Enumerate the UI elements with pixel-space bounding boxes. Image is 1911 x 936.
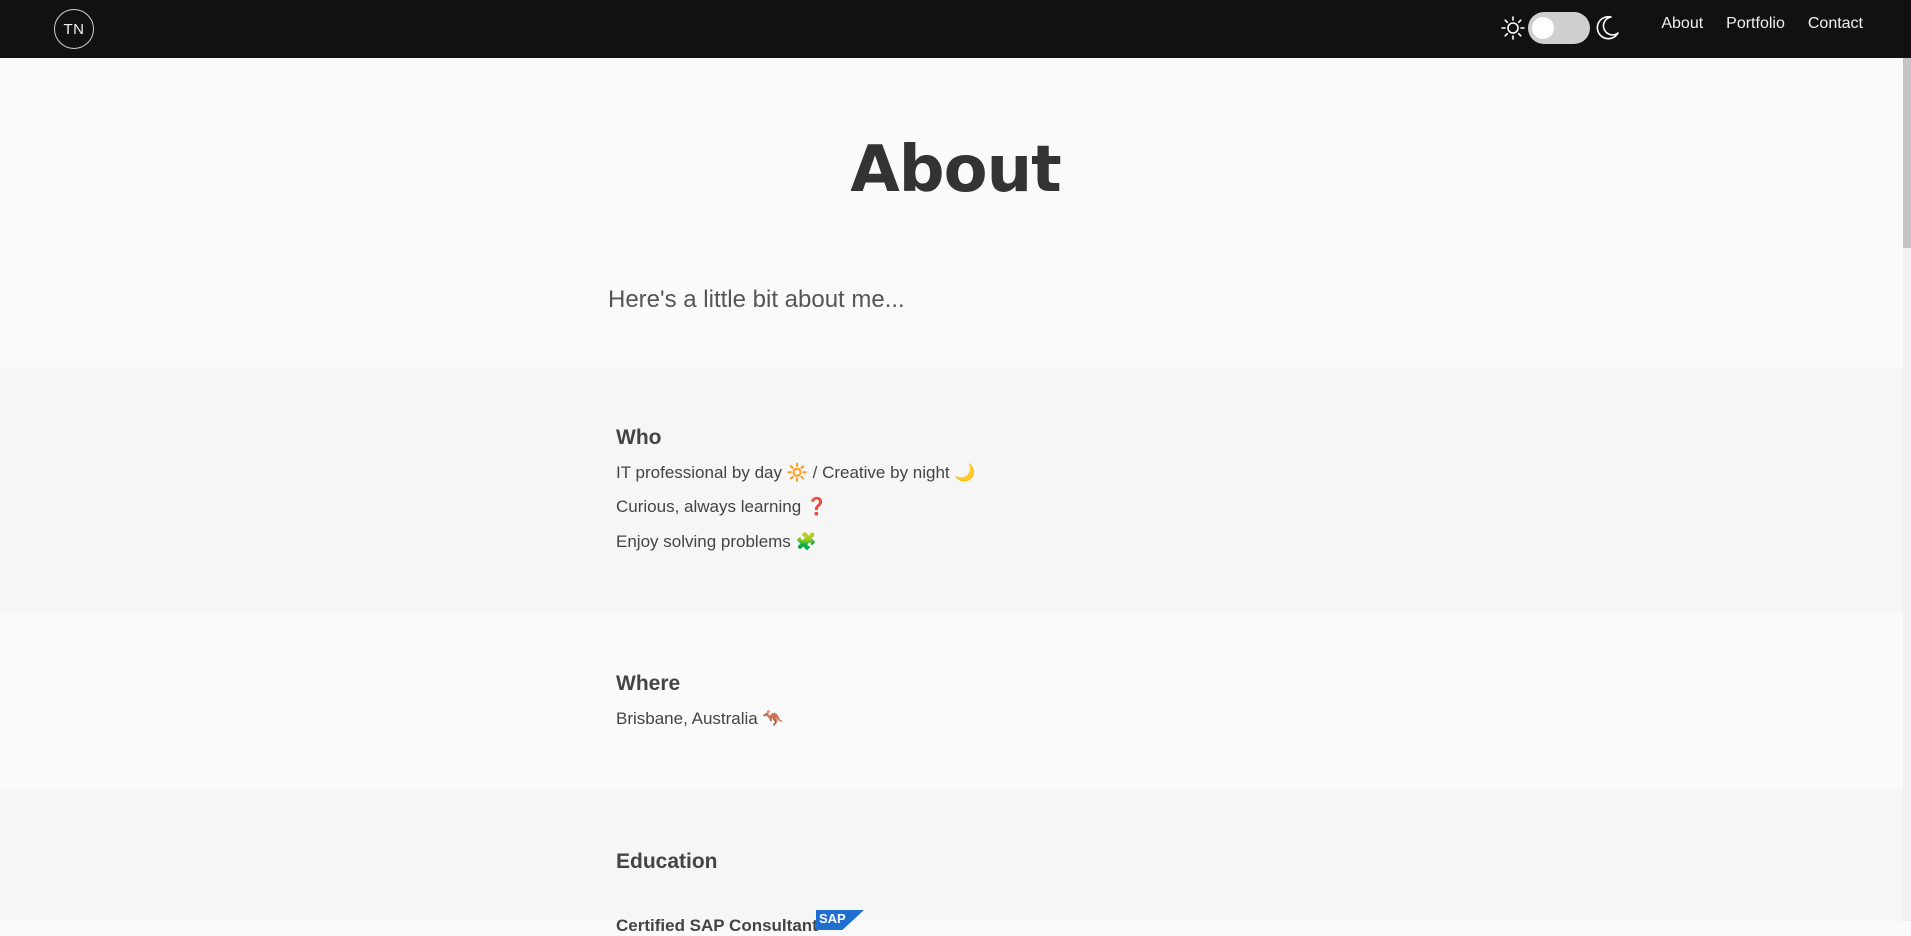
page-subtitle: Here's a little bit about me... — [608, 286, 905, 313]
sap-logo-icon: SAP — [816, 910, 864, 930]
page-scrollbar[interactable] — [1903, 58, 1911, 921]
moon-emoji-icon: 🌙 — [954, 463, 976, 483]
theme-toggle[interactable] — [1500, 11, 1621, 45]
section-who: Who IT professional by day 🔆 / Creative … — [0, 367, 1903, 613]
who-line-1-text2: / Creative by night — [812, 463, 950, 482]
sun-icon — [1501, 16, 1525, 40]
where-heading: Where — [616, 672, 681, 695]
who-line-3-text: Enjoy solving problems — [616, 532, 791, 551]
who-line-2: Curious, always learning ❓ — [616, 497, 827, 517]
scrollbar-thumb[interactable] — [1903, 58, 1911, 248]
page-header: About Here's a little bit about me... — [0, 58, 1903, 367]
who-line-1-text: IT professional by day — [616, 463, 782, 482]
sun-emoji-icon: 🔆 — [786, 463, 808, 483]
who-line-3: Enjoy solving problems 🧩 — [616, 532, 817, 552]
section-where: Where Brisbane, Australia 🦘 — [0, 613, 1903, 790]
section-education: Education Certified SAP Consultant SAP — [0, 790, 1903, 935]
nav-link-contact[interactable]: Contact — [1808, 15, 1863, 33]
where-line: Brisbane, Australia 🦘 — [616, 709, 784, 729]
logo-link[interactable]: TN — [54, 9, 94, 49]
education-heading: Education — [616, 850, 718, 873]
certification-text: Certified SAP Consultant — [616, 916, 818, 935]
nav-link-about[interactable]: About — [1661, 15, 1703, 33]
top-navbar: TN About Portfolio Contact — [0, 0, 1911, 58]
kangaroo-emoji-icon: 🦘 — [762, 709, 784, 729]
page-title: About — [850, 133, 1061, 207]
question-emoji-icon: ❓ — [805, 497, 828, 517]
nav-links: About Portfolio Contact — [1638, 0, 1863, 48]
nav-link-portfolio[interactable]: Portfolio — [1726, 15, 1785, 33]
who-heading: Who — [616, 426, 662, 449]
dark-mode-switch[interactable] — [1528, 12, 1590, 44]
moon-icon — [1596, 15, 1619, 40]
who-line-1: IT professional by day 🔆 / Creative by n… — [616, 463, 976, 483]
where-line-text: Brisbane, Australia — [616, 709, 758, 728]
switch-knob — [1532, 17, 1554, 39]
puzzle-emoji-icon: 🧩 — [795, 532, 817, 552]
who-line-2-text: Curious, always learning — [616, 497, 802, 516]
